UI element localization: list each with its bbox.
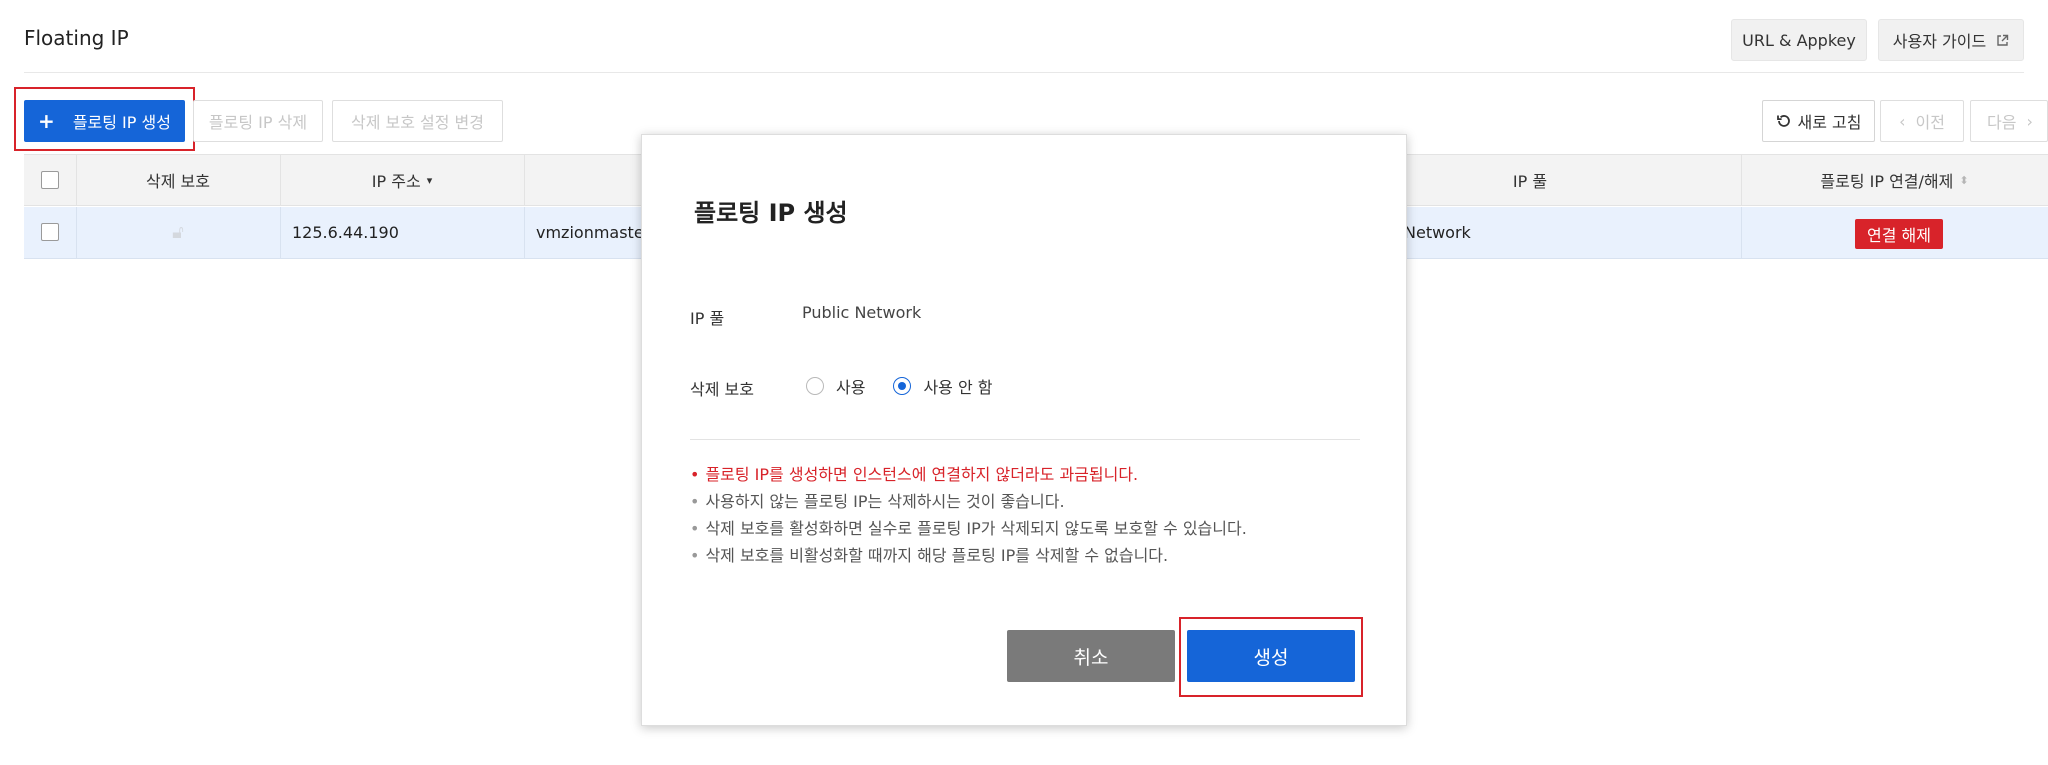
create-floating-ip-dialog: 플로팅 IP 생성 IP 풀 Public Network 삭제 보호 사용 사… [641,134,1407,726]
user-guide-label: 사용자 가이드 [1892,32,1987,51]
refresh-label: 새로 고침 [1797,113,1862,132]
notice-text: 플로팅 IP를 생성하면 인스턴스에 연결하지 않더라도 과금됩니다. [705,465,1139,484]
column-header-connect-label: 플로팅 IP 연결/해제 [1820,172,1954,191]
notice-text: 삭제 보호를 활성화하면 실수로 플로팅 IP가 삭제되지 않도록 보호할 수 … [705,519,1247,538]
url-appkey-label: URL & Appkey [1742,30,1856,50]
notice-item: • 사용하지 않는 플로팅 IP는 삭제하시는 것이 좋습니다. [690,492,1065,511]
dialog-title: 플로팅 IP 생성 [694,199,848,227]
notice-item: • 삭제 보호를 활성화하면 실수로 플로팅 IP가 삭제되지 않도록 보호할 수… [690,519,1247,538]
chevron-right-icon: › [2026,111,2033,131]
create-floating-ip-button[interactable]: + 플로팅 IP 생성 [24,100,185,142]
radio-no-use-label: 사용 안 함 [923,378,993,397]
user-guide-button[interactable]: 사용자 가이드 [1878,19,2024,61]
radio-use[interactable]: 사용 [806,374,865,398]
column-header-protection: 삭제 보호 [76,155,280,205]
protection-label: 삭제 보호 [690,380,754,399]
create-floating-ip-label: 플로팅 IP 생성 [72,113,171,132]
delete-floating-ip-label: 플로팅 IP 삭제 [208,113,308,132]
next-page-button[interactable]: 다음 › [1970,100,2048,142]
protection-radio-group: 사용 사용 안 함 [806,374,1021,398]
notice-text: 사용하지 않는 플로팅 IP는 삭제하시는 것이 좋습니다. [705,492,1065,511]
sort-desc-icon: ▾ [426,173,433,187]
radio-use-label: 사용 [836,378,866,397]
change-protection-button[interactable]: 삭제 보호 설정 변경 [332,100,503,142]
column-header-ip-pool-label: IP 풀 [1512,172,1548,191]
refresh-icon [1776,115,1790,127]
notice-list: • 플로팅 IP를 생성하면 인스턴스에 연결하지 않더라도 과금됩니다. • 사용… [690,461,1247,569]
next-page-label: 다음 [1987,113,2017,132]
notice-item-warning: • 플로팅 IP를 생성하면 인스턴스에 연결하지 않더라도 과금됩니다. [690,465,1139,484]
disconnect-button[interactable]: 연결 해제 [1855,219,1943,249]
header-divider [24,72,2024,73]
notice-text: 삭제 보호를 비활성화할 때까지 해당 플로팅 IP를 삭제할 수 없습니다. [705,546,1169,565]
delete-floating-ip-button[interactable]: 플로팅 IP 삭제 [193,100,323,142]
dialog-divider [690,439,1360,440]
radio-no-use-circle[interactable] [893,377,912,395]
column-header-ip-address-label: IP 주소 [371,172,421,191]
column-header-ip-pool: IP 풀 [1380,155,1680,205]
external-link-icon [1997,34,2009,46]
confirm-create-button[interactable]: 생성 [1187,630,1355,682]
radio-use-circle[interactable] [806,377,824,395]
prev-page-label: 이전 [1915,113,1945,132]
prev-page-button[interactable]: ‹ 이전 [1880,100,1964,142]
select-all-cell [24,155,76,205]
chevron-left-icon: ‹ [1899,111,1906,131]
row-select-cell [24,207,76,257]
row-ip-address: 125.6.44.190 [292,222,399,242]
cancel-button[interactable]: 취소 [1007,630,1175,682]
change-protection-label: 삭제 보호 설정 변경 [350,113,485,132]
select-all-checkbox[interactable] [41,171,59,189]
sort-both-icon: ⬍ [1959,173,1969,187]
row-checkbox[interactable] [41,223,59,241]
column-header-ip-address[interactable]: IP 주소 ▾ [280,155,524,205]
ip-pool-label: IP 풀 [690,309,725,328]
column-header-connect[interactable]: 플로팅 IP 연결/해제 ⬍ [1741,155,2048,205]
plus-icon: + [38,109,55,133]
unlock-icon: 🔓︎ [172,221,184,243]
refresh-button[interactable]: 새로 고침 [1762,100,1875,142]
ip-pool-value: Public Network [802,303,922,322]
radio-no-use[interactable]: 사용 안 함 [893,374,993,398]
row-ip-pool: Network [1404,222,1471,242]
notice-item: • 삭제 보호를 비활성화할 때까지 해당 플로팅 IP를 삭제할 수 없습니다. [690,546,1169,565]
row-protection-cell: 🔓︎ [76,207,280,257]
url-appkey-button[interactable]: URL & Appkey [1731,19,1867,61]
page-title: Floating IP [24,26,129,50]
column-header-protection-label: 삭제 보호 [146,172,210,191]
row-instance: vmzionmaste [536,222,644,242]
